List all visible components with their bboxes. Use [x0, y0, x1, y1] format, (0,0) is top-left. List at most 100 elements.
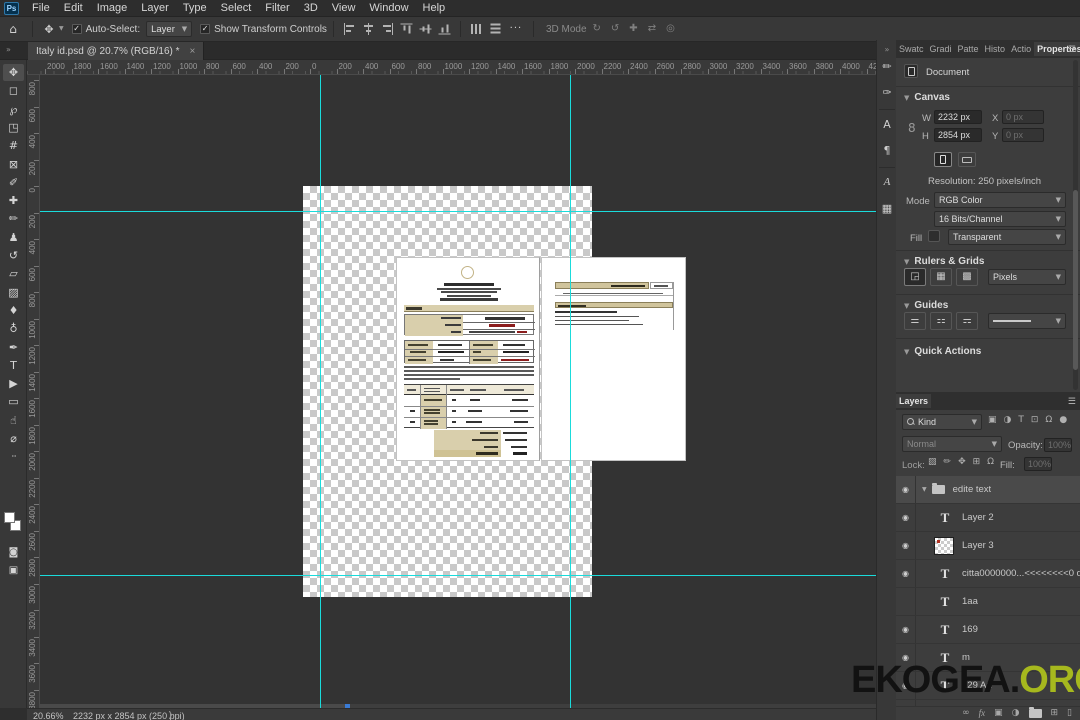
layers-menu-icon[interactable]: ☰: [1068, 396, 1076, 407]
tab-histo[interactable]: Histo: [982, 42, 1009, 56]
layer-thumbnail[interactable]: [934, 536, 954, 555]
align-horizontal-centers-icon[interactable]: [362, 23, 375, 35]
document-tab[interactable]: Italy id.psd @ 20.7% (RGB/16) * ×: [28, 42, 205, 60]
crop-tool[interactable]: #: [3, 137, 24, 154]
path-selection-tool[interactable]: ▶: [3, 375, 24, 392]
layer-visibility-toggle[interactable]: ◉: [896, 504, 916, 531]
menu-item-3d[interactable]: 3D: [297, 2, 325, 14]
layer-visibility-toggle[interactable]: ◉: [896, 476, 916, 503]
vertical-ruler[interactable]: 800 600 400 200 0 200 400 600 800 1000 1200 1400 160…: [27, 75, 40, 708]
align-right-edges-icon[interactable]: [381, 23, 394, 35]
menu-item-select[interactable]: Select: [214, 2, 259, 14]
layer-name[interactable]: Layer 3: [962, 540, 994, 551]
brush-tool[interactable]: ✏: [3, 210, 24, 227]
more-options-icon[interactable]: ···: [505, 24, 527, 34]
layer-visibility-toggle[interactable]: [896, 588, 916, 615]
pen-tool[interactable]: ✒: [3, 339, 24, 356]
healing-brush-tool[interactable]: ✚: [3, 192, 24, 209]
menu-item-layer[interactable]: Layer: [134, 2, 176, 14]
quick-mask-icon[interactable]: ◙: [3, 544, 24, 561]
filter-shape-layers-icon[interactable]: ⊡: [1031, 416, 1039, 425]
move-tool-icon[interactable]: ✥: [39, 24, 59, 35]
delete-layer-icon[interactable]: ▯: [1067, 709, 1072, 718]
guide-horizontal-1[interactable]: [40, 211, 876, 212]
link-layers-icon[interactable]: ∞: [962, 709, 970, 718]
3d-camera-icon[interactable]: ◎: [666, 24, 675, 34]
character-panel-icon[interactable]: A: [877, 114, 897, 134]
glyphs-panel-icon[interactable]: A: [877, 172, 897, 192]
link-dimensions-icon[interactable]: 8: [908, 122, 916, 134]
dodge-tool[interactable]: ♁: [3, 320, 24, 337]
layer-filter-kind-dropdown[interactable]: Kind ▼: [902, 414, 982, 430]
menu-item-view[interactable]: View: [325, 2, 363, 14]
lock-paint-icon[interactable]: ✏: [944, 458, 952, 467]
menu-item-type[interactable]: Type: [176, 2, 214, 14]
distribute-vertical-icon[interactable]: [489, 23, 501, 36]
layer-visibility-toggle[interactable]: ◉: [896, 616, 916, 643]
menu-item-file[interactable]: File: [25, 2, 57, 14]
move-tool[interactable]: ✥: [3, 64, 24, 81]
layer-row[interactable]: ◉ Tcitta0000000...<<<<<<<<0 d: [896, 560, 1080, 588]
horizontal-ruler[interactable]: 2000 1800 1600 1400 1200 1000 800 600 400 200 0 200…: [27, 60, 876, 75]
layer-name[interactable]: Layer 2: [962, 512, 994, 523]
filter-pixel-layers-icon[interactable]: ▣: [988, 416, 997, 425]
menu-item-window[interactable]: Window: [362, 2, 415, 14]
toggle-snap-icon[interactable]: ▩: [956, 268, 978, 286]
clear-guides-icon[interactable]: ⚎: [956, 312, 978, 330]
guide-style-dropdown[interactable]: ▼: [988, 313, 1066, 329]
eraser-tool[interactable]: ▱: [3, 265, 24, 282]
ruler-units-dropdown[interactable]: Pixels ▼: [988, 269, 1066, 285]
eyedropper-tool[interactable]: ✐: [3, 174, 24, 191]
properties-scrollbar[interactable]: [1073, 60, 1078, 390]
layer-visibility-toggle[interactable]: ◉: [896, 560, 916, 587]
canvas-x-field[interactable]: 0 px: [1002, 110, 1044, 124]
fill-dropdown[interactable]: Transparent ▼: [948, 229, 1066, 245]
blur-tool[interactable]: ♦: [3, 302, 24, 319]
menu-item-help[interactable]: Help: [416, 2, 453, 14]
rectangular-marquee-tool[interactable]: ◻: [3, 82, 24, 99]
clone-stamp-tool[interactable]: ♟: [3, 229, 24, 246]
layer-name[interactable]: 1aa: [962, 596, 978, 607]
new-group-icon[interactable]: [1028, 707, 1042, 718]
brush-settings-panel-icon[interactable]: ✏: [877, 56, 897, 76]
blend-mode-dropdown[interactable]: Normal ▼: [902, 436, 1002, 452]
tab-patte[interactable]: Patte: [955, 42, 982, 56]
home-icon[interactable]: ⌂: [0, 23, 26, 35]
layer-row[interactable]: ◉ T Layer 2: [896, 504, 1080, 532]
adjustment-layer-icon[interactable]: ◑: [1012, 709, 1020, 718]
filter-toggle-icon[interactable]: ●: [1059, 416, 1067, 425]
canvas-width-field[interactable]: 2232 px: [934, 110, 982, 124]
lock-position-icon[interactable]: ✥: [958, 458, 966, 467]
zoom-tool[interactable]: ⌀: [3, 430, 24, 447]
zoom-level[interactable]: 20.66%: [33, 711, 64, 720]
color-mode-dropdown[interactable]: RGB Color ▼: [934, 192, 1066, 208]
close-tab-icon[interactable]: ×: [190, 46, 196, 57]
lock-artboard-icon[interactable]: ⊞: [973, 458, 981, 467]
toggle-grid-icon[interactable]: ▦: [930, 268, 952, 286]
toggle-guides-icon[interactable]: ⚌: [904, 312, 926, 330]
frame-tool[interactable]: ⊠: [3, 156, 24, 173]
orientation-landscape-button[interactable]: [958, 152, 976, 167]
align-bottom-edges-icon[interactable]: [438, 23, 451, 36]
align-vertical-centers-icon[interactable]: [419, 23, 432, 36]
filter-adjustment-layers-icon[interactable]: ◑: [1004, 416, 1012, 425]
guide-horizontal-2[interactable]: [40, 575, 876, 576]
menu-item-edit[interactable]: Edit: [57, 2, 90, 14]
quick-actions-section-header[interactable]: ▼ Quick Actions: [904, 346, 981, 357]
foreground-color-swatch[interactable]: [4, 512, 15, 523]
3d-orbit-icon[interactable]: ↻: [593, 24, 601, 34]
guide-vertical-2[interactable]: [570, 75, 571, 708]
paragraph-panel-icon[interactable]: ¶: [877, 140, 897, 160]
layer-row[interactable]: T 1aa: [896, 588, 1080, 616]
align-top-edges-icon[interactable]: [400, 23, 413, 36]
distribute-horizontal-icon[interactable]: [470, 23, 483, 35]
orientation-portrait-button[interactable]: [934, 152, 952, 167]
layers-fill-field[interactable]: 100%: [1024, 457, 1052, 471]
3d-pan-icon[interactable]: ✚: [629, 24, 637, 34]
tab-swatc[interactable]: Swatc: [896, 42, 927, 56]
canvas-y-field[interactable]: 0 px: [1002, 128, 1044, 142]
tab-layers[interactable]: Layers: [896, 394, 932, 408]
bit-depth-dropdown[interactable]: 16 Bits/Channel ▼: [934, 211, 1066, 227]
object-selection-tool[interactable]: ◳: [3, 119, 24, 136]
lock-transparent-icon[interactable]: ▨: [928, 458, 937, 467]
